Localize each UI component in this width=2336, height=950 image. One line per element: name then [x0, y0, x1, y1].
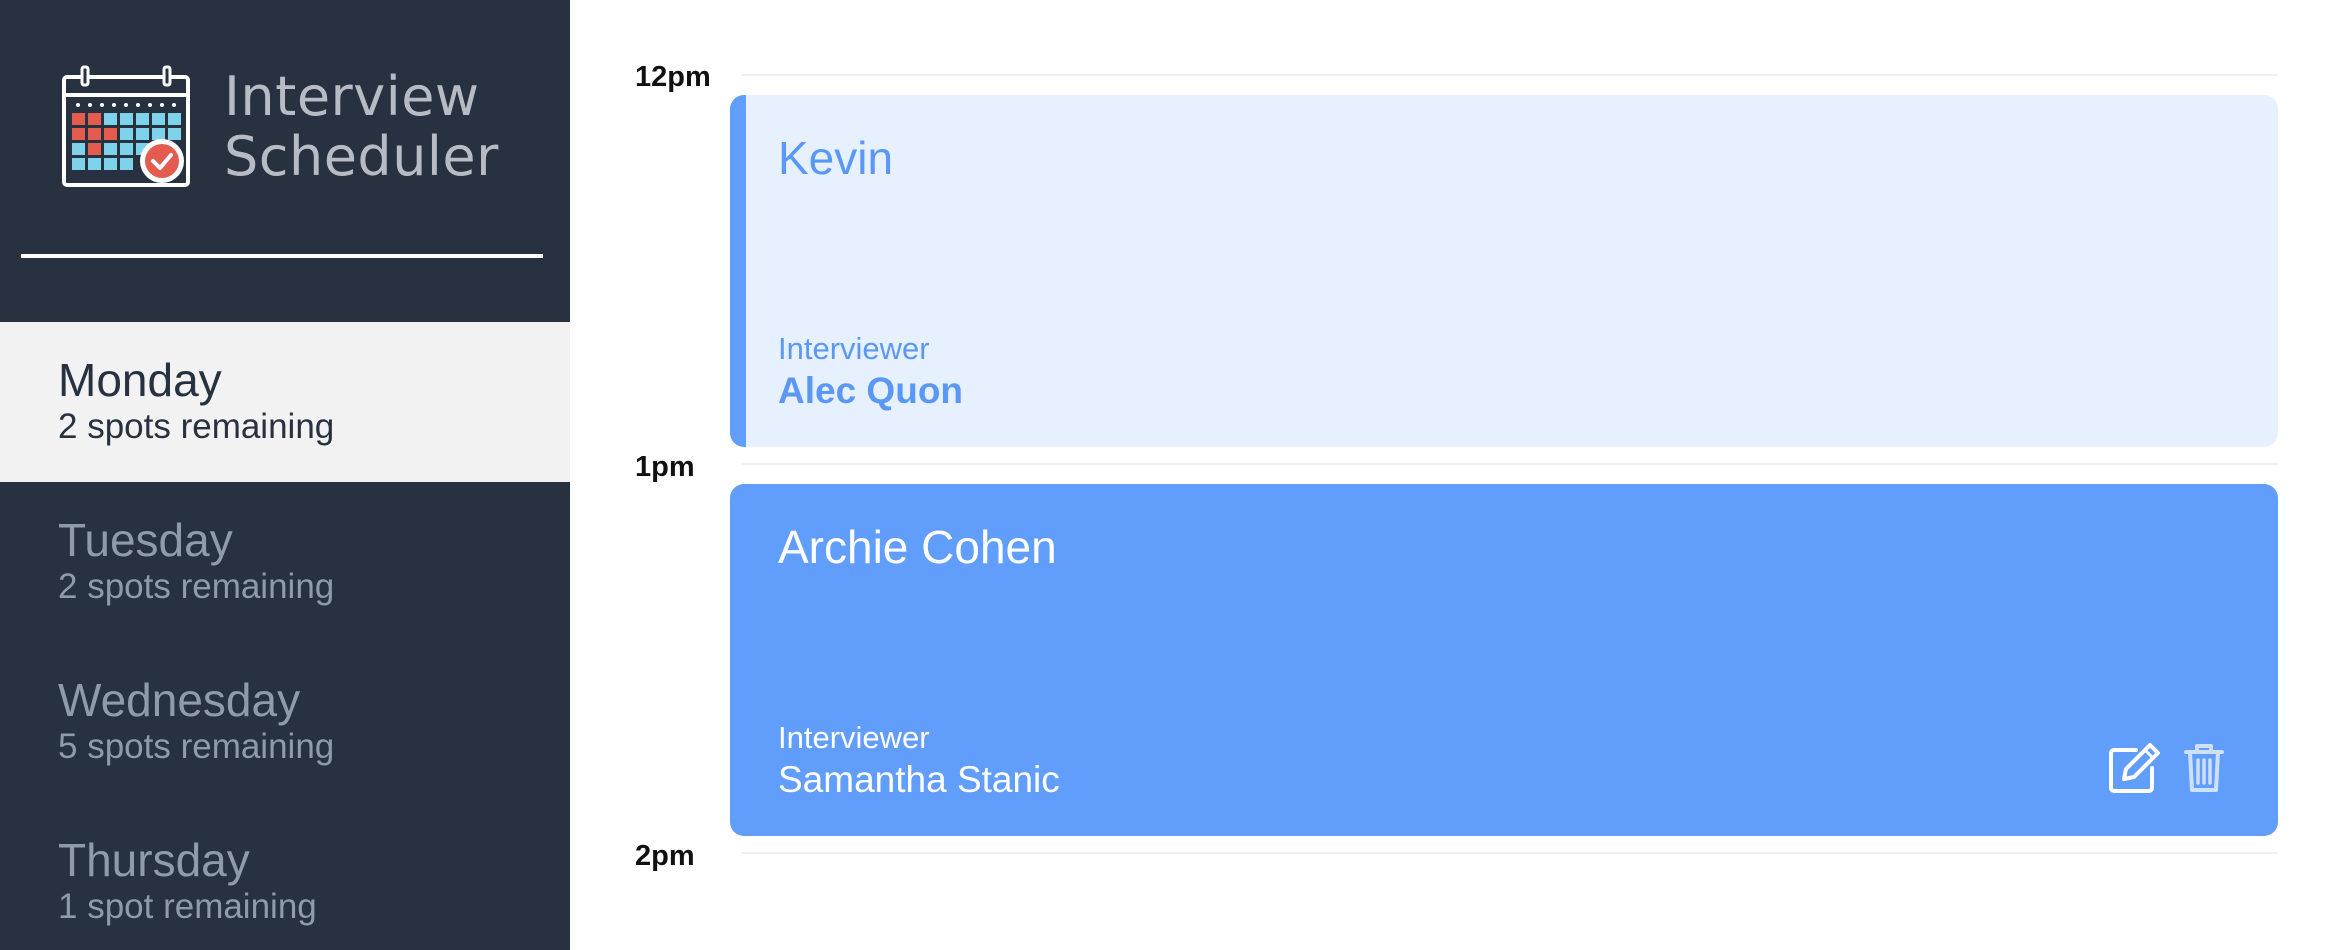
appointment-card[interactable]: Archie Cohen Interviewer Samantha Stanic [730, 484, 2278, 836]
time-label-12pm: 12pm [635, 61, 711, 93]
time-separator [742, 74, 2278, 76]
day-spots: 2 spots remaining [58, 567, 335, 606]
app-title-line1: Interview [224, 65, 480, 128]
app-title: Interview Scheduler [224, 67, 499, 187]
day-item-wednesday[interactable]: Wednesday 5 spots remaining [0, 642, 570, 802]
student-name: Kevin [778, 132, 894, 184]
sidebar: Interview Scheduler Monday 2 spots remai… [0, 0, 570, 950]
day-spots: 5 spots remaining [58, 727, 335, 766]
time-label-2pm: 2pm [635, 840, 695, 872]
day-name: Monday [58, 354, 222, 406]
interviewer-label: Interviewer [778, 720, 930, 755]
day-spots: 1 spot remaining [58, 887, 317, 926]
day-name: Tuesday [58, 514, 233, 566]
interviewer-name: Alec Quon [778, 370, 964, 411]
app-title-line2: Scheduler [224, 125, 499, 188]
trash-icon[interactable] [2176, 740, 2232, 796]
time-separator [742, 463, 2278, 465]
student-name: Archie Cohen [778, 521, 1057, 573]
time-separator [742, 852, 2278, 854]
time-label-1pm: 1pm [635, 451, 695, 483]
sidebar-divider [21, 254, 543, 258]
day-spots: 2 spots remaining [58, 407, 335, 446]
app-root: Interview Scheduler Monday 2 spots remai… [0, 0, 2336, 950]
app-logo: Interview Scheduler [60, 65, 560, 190]
schedule: 12pm Kevin Interviewer Alec Quon 1pm Arc… [570, 0, 2336, 950]
appointment-actions [2106, 740, 2232, 796]
day-item-tuesday[interactable]: Tuesday 2 spots remaining [0, 482, 570, 642]
day-item-monday[interactable]: Monday 2 spots remaining [0, 322, 570, 482]
day-list: Monday 2 spots remaining Tuesday 2 spots… [0, 322, 570, 950]
edit-icon[interactable] [2106, 740, 2162, 796]
day-item-thursday[interactable]: Thursday 1 spot remaining [0, 802, 570, 950]
appointment-card[interactable]: Kevin Interviewer Alec Quon [730, 95, 2278, 447]
day-name: Wednesday [58, 674, 301, 726]
calendar-icon [62, 65, 190, 187]
interviewer-label: Interviewer [778, 331, 930, 366]
day-name: Thursday [58, 834, 250, 886]
interviewer-name: Samantha Stanic [778, 759, 1060, 800]
